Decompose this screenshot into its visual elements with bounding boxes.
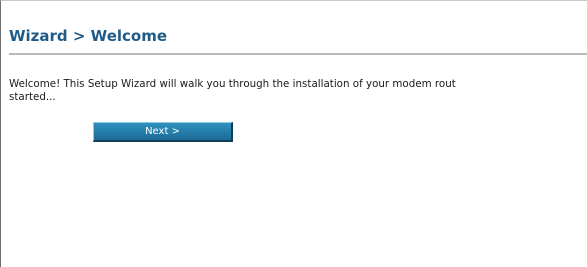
welcome-message-line-1: Welcome! This Setup Wizard will walk you… [9,78,456,90]
page-title: Wizard > Welcome [9,27,168,45]
next-button[interactable]: Next > [93,122,233,142]
wizard-panel: Wizard > Welcome Welcome! This Setup Wiz… [0,0,587,267]
welcome-message: Welcome! This Setup Wizard will walk you… [9,78,587,104]
welcome-message-line-2: started... [9,91,56,103]
title-divider [9,53,587,55]
